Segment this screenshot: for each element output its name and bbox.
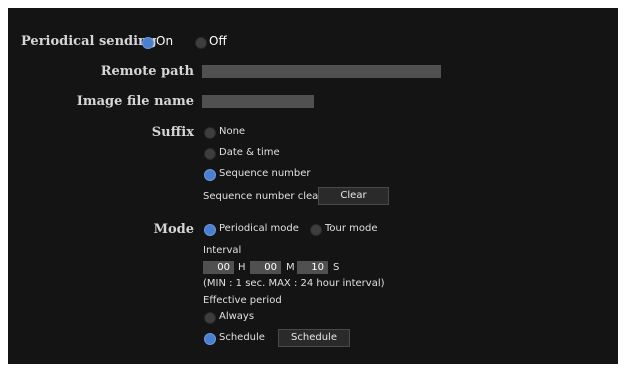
hours-unit: H [238,262,246,273]
periodical-mode-radio[interactable] [204,224,216,236]
suffix-none-label: None [219,126,246,137]
interval-minutes-input[interactable]: 00 [250,261,281,274]
periodical-on-label: On [156,34,174,48]
periodical-sending-label: Periodical sending [21,34,157,49]
periodical-on-radio[interactable] [142,37,154,49]
suffix-datetime-label: Date & time [219,147,280,158]
schedule-label: Schedule [219,332,265,343]
periodical-off-label: Off [209,34,227,48]
mode-label: Mode [153,222,194,237]
interval-seconds-input[interactable]: 10 [297,261,328,274]
periodical-off-radio[interactable] [195,37,207,49]
remote-path-input[interactable] [202,65,441,78]
interval-hours-input[interactable]: 00 [203,261,234,274]
suffix-sequence-radio[interactable] [204,169,216,181]
suffix-datetime-radio[interactable] [204,148,216,160]
periodical-mode-label: Periodical mode [219,223,299,234]
minutes-unit: M [286,262,295,273]
suffix-label: Suffix [151,125,194,140]
schedule-button[interactable]: Schedule [278,329,350,347]
sequence-clear-label: Sequence number clear [203,191,323,202]
always-label: Always [219,311,255,322]
remote-path-label: Remote path [100,64,194,79]
suffix-sequence-label: Sequence number [219,168,311,179]
tour-mode-label: Tour mode [325,223,378,234]
interval-note: (MIN : 1 sec. MAX : 24 hour interval) [203,278,385,289]
seconds-unit: S [333,262,340,273]
image-file-name-input[interactable] [202,95,314,108]
interval-label: Interval [203,245,242,256]
tour-mode-radio[interactable] [310,224,322,236]
suffix-none-radio[interactable] [204,127,216,139]
image-file-name-label: Image file name [76,94,194,109]
schedule-radio[interactable] [204,333,216,345]
always-radio[interactable] [204,312,216,324]
clear-button[interactable]: Clear [318,187,389,205]
settings-panel: Periodical sending On Off Remote path Im… [8,8,618,364]
effective-period-label: Effective period [203,295,282,306]
